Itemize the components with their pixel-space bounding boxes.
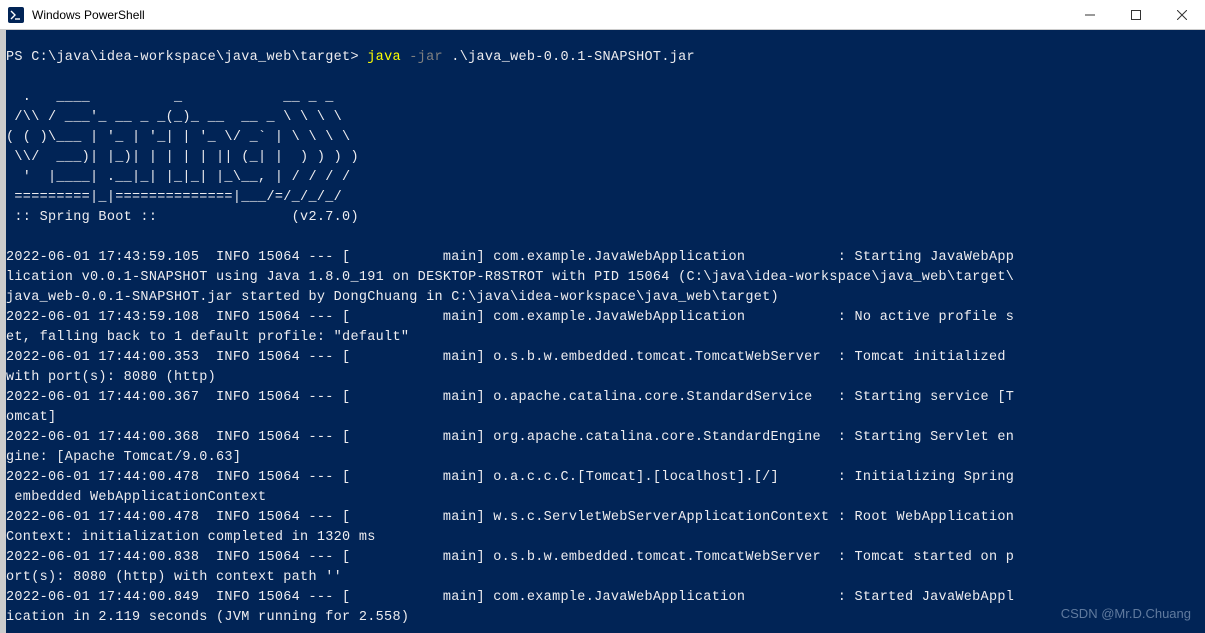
banner-line: \\/ ___)| |_)| | | | | || (_| | ) ) ) ): [6, 150, 359, 165]
command-arg: .\java_web-0.0.1-SNAPSHOT.jar: [443, 50, 695, 65]
log-line: 2022-06-01 17:44:00.838 INFO 15064 --- […: [6, 550, 1014, 565]
banner-line: :: Spring Boot :: (v2.7.0): [6, 210, 359, 225]
minimize-button[interactable]: [1067, 0, 1113, 29]
log-line: ort(s): 8080 (http) with context path '': [6, 570, 342, 585]
log-line: java_web-0.0.1-SNAPSHOT.jar started by D…: [6, 290, 779, 305]
log-line: 2022-06-01 17:43:59.108 INFO 15064 --- […: [6, 310, 1014, 325]
log-line: lication v0.0.1-SNAPSHOT using Java 1.8.…: [6, 270, 1014, 285]
log-line: with port(s): 8080 (http): [6, 370, 216, 385]
log-line: gine: [Apache Tomcat/9.0.63]: [6, 450, 241, 465]
log-line: et, falling back to 1 default profile: "…: [6, 330, 409, 345]
terminal-output[interactable]: PS C:\java\idea-workspace\java_web\targe…: [6, 30, 1205, 633]
log-line: 2022-06-01 17:44:00.353 INFO 15064 --- […: [6, 350, 1014, 365]
banner-line: =========|_|==============|___/=/_/_/_/: [6, 190, 342, 205]
window-title: Windows PowerShell: [32, 8, 1067, 22]
powershell-icon: [8, 7, 24, 23]
command-java: java: [367, 50, 401, 65]
log-line: omcat]: [6, 410, 56, 425]
window-controls: [1067, 0, 1205, 29]
log-line: 2022-06-01 17:43:59.105 INFO 15064 --- […: [6, 250, 1014, 265]
log-line: 2022-06-01 17:44:00.849 INFO 15064 --- […: [6, 590, 1014, 605]
banner-line: . ____ _ __ _ _: [6, 90, 334, 105]
log-line: 2022-06-01 17:44:00.478 INFO 15064 --- […: [6, 510, 1014, 525]
log-line: 2022-06-01 17:44:00.478 INFO 15064 --- […: [6, 470, 1014, 485]
log-line: 2022-06-01 17:44:00.368 INFO 15064 --- […: [6, 430, 1014, 445]
maximize-button[interactable]: [1113, 0, 1159, 29]
close-button[interactable]: [1159, 0, 1205, 29]
banner-line: /\\ / ___'_ __ _ _(_)_ __ __ _ \ \ \ \: [6, 110, 342, 125]
log-line: ication in 2.119 seconds (JVM running fo…: [6, 610, 409, 625]
prompt: PS C:\java\idea-workspace\java_web\targe…: [6, 50, 367, 65]
command-jar-flag: -jar: [401, 50, 443, 65]
log-line: 2022-06-01 17:44:00.367 INFO 15064 --- […: [6, 390, 1014, 405]
banner-line: ( ( )\___ | '_ | '_| | '_ \/ _` | \ \ \ …: [6, 130, 350, 145]
banner-line: ' |____| .__|_| |_|_| |_\__, | / / / /: [6, 170, 350, 185]
log-line: embedded WebApplicationContext: [6, 490, 266, 505]
watermark: CSDN @Mr.D.Chuang: [1061, 606, 1191, 621]
titlebar: Windows PowerShell: [0, 0, 1205, 30]
log-line: Context: initialization completed in 132…: [6, 530, 376, 545]
